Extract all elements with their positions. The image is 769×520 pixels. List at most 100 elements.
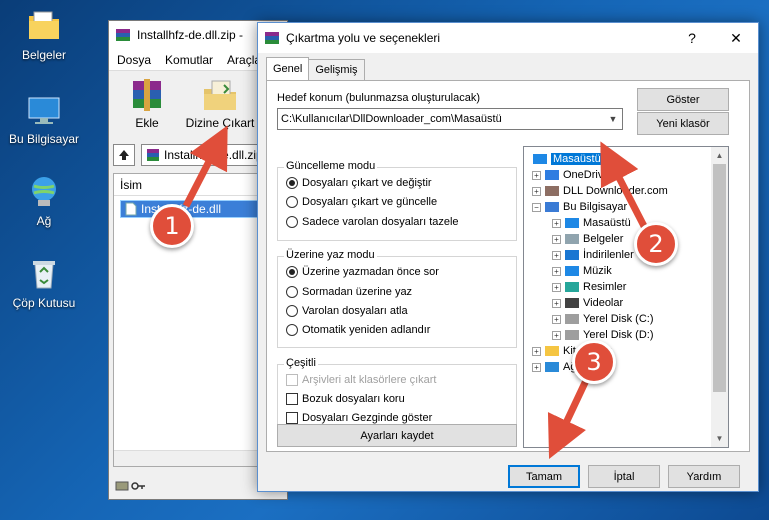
destination-path-combo[interactable]: C:\Kullanıcılar\DllDownloader_com\Masaüs… [277, 108, 623, 130]
tree-node[interactable]: Masaüstü [532, 151, 603, 167]
update-option-replace[interactable]: Dosyaları çıkart ve değiştir [286, 177, 432, 189]
documents-icon [565, 234, 579, 244]
expand-icon[interactable]: + [552, 282, 561, 292]
desktop-icon-documents[interactable]: Belgeler [4, 8, 84, 62]
ok-button[interactable]: Tamam [508, 465, 580, 488]
radio-button[interactable] [286, 216, 298, 228]
scroll-thumb[interactable] [713, 164, 726, 392]
add-button[interactable]: Ekle [117, 75, 177, 130]
save-settings-button[interactable]: Ayarları kaydet [277, 424, 517, 447]
winrar-app-icon [265, 32, 279, 44]
tree-node[interactable]: + Videolar [552, 295, 623, 311]
new-folder-button[interactable]: Yeni klasör [637, 112, 729, 135]
option-label: Bozuk dosyaları koru [302, 393, 405, 405]
help-icon[interactable]: ? [670, 23, 714, 53]
onedrive-icon [545, 170, 559, 180]
expand-icon[interactable]: + [532, 186, 541, 196]
expand-icon[interactable]: + [532, 170, 541, 180]
disk-icon [565, 314, 579, 324]
tree-node[interactable]: + Yerel Disk (C:) [552, 311, 654, 327]
tree-node[interactable]: + OneDrive [532, 167, 609, 183]
radio-button[interactable] [286, 177, 298, 189]
checkbox[interactable] [286, 412, 298, 424]
option-label: Üzerine yazmadan önce sor [302, 266, 439, 278]
recycle-bin-icon [33, 261, 55, 289]
step-badge-1: 1 [150, 204, 194, 248]
tree-node[interactable]: + Yerel Disk (D:) [552, 327, 654, 343]
tree-node[interactable]: + Masaüstü [552, 215, 631, 231]
tree-node-label: Yerel Disk (C:) [583, 313, 654, 325]
scroll-up-icon[interactable]: ▲ [711, 147, 728, 164]
menu-file[interactable]: Dosya [117, 53, 151, 67]
cancel-button[interactable]: İptal [588, 465, 660, 488]
tab-general[interactable]: Genel [266, 57, 310, 80]
tree-scrollbar[interactable]: ▲ ▼ [711, 147, 728, 447]
tree-node-label: İndirilenler [583, 249, 634, 261]
tree-node[interactable]: − Bu Bilgisayar [532, 199, 627, 215]
tree-node[interactable]: + Müzik [552, 263, 612, 279]
expand-icon[interactable]: + [552, 330, 561, 340]
scroll-down-icon[interactable]: ▼ [711, 430, 728, 447]
collapse-icon[interactable]: − [532, 202, 541, 212]
winrar-app-icon [116, 29, 130, 41]
winrar-title: Installhfz-de.dll.zip - [137, 28, 244, 42]
tree-node[interactable]: + Ağ [532, 359, 576, 375]
tree-node[interactable]: + İndirilenler [552, 247, 634, 263]
radio-button[interactable] [286, 324, 298, 336]
radio-button[interactable] [286, 266, 298, 278]
checkbox[interactable] [286, 393, 298, 405]
radio-button[interactable] [286, 286, 298, 298]
overwrite-option-rename[interactable]: Otomatik yeniden adlandır [286, 324, 430, 336]
option-label: Dosyaları çıkart ve değiştir [302, 177, 432, 189]
documents-folder-icon [29, 11, 59, 39]
archive-path-text: Installhfz-de.dll.zip [164, 148, 263, 162]
overwrite-option-overwrite[interactable]: Sormadan üzerine yaz [286, 286, 412, 298]
chevron-down-icon[interactable]: ▼ [604, 109, 622, 129]
desktop-icon-label: Ağ [36, 214, 52, 228]
tree-node[interactable]: + Resimler [552, 279, 626, 295]
menu-commands[interactable]: Komutlar [165, 53, 213, 67]
misc-option-show-in-explorer[interactable]: Dosyaları Gezginde göster [286, 412, 432, 424]
desktop-icon-this-pc[interactable]: Bu Bilgisayar [4, 92, 84, 146]
desktop-icon-recycle-bin[interactable]: Çöp Kutusu [4, 256, 84, 310]
up-folder-button[interactable] [113, 144, 135, 166]
expand-icon[interactable]: + [532, 362, 541, 372]
option-label: Otomatik yeniden adlandır [302, 324, 431, 336]
close-icon[interactable]: ✕ [714, 23, 758, 53]
expand-icon[interactable]: + [552, 250, 561, 260]
show-button[interactable]: Göster [637, 88, 729, 111]
update-option-update[interactable]: Dosyaları çıkart ve güncelle [286, 196, 437, 208]
misc-option-keep-broken[interactable]: Bozuk dosyaları koru [286, 393, 405, 405]
dialog-tabs: Genel Gelişmiş [266, 57, 365, 80]
tree-node-label: OneDrive [563, 169, 610, 181]
expand-icon[interactable]: + [552, 234, 561, 244]
option-label: Varolan dosyaları atla [302, 305, 408, 317]
tree-node-label: Resimler [583, 281, 627, 293]
expand-icon[interactable]: + [552, 298, 561, 308]
overwrite-option-ask[interactable]: Üzerine yazmadan önce sor [286, 266, 439, 278]
menu-tools[interactable]: Araçla [227, 53, 261, 67]
help-button[interactable]: Yardım [668, 465, 740, 488]
expand-icon[interactable]: + [552, 314, 561, 324]
tree-node-label: Masaüstü [583, 217, 631, 229]
tree-node[interactable]: + DLL Downloader.com [532, 183, 668, 199]
tree-node[interactable]: + Belgeler [552, 231, 623, 247]
desktop-icon-network[interactable]: Ağ [4, 174, 84, 228]
extract-folder-icon [204, 80, 236, 110]
expand-icon[interactable]: + [532, 346, 541, 356]
expand-icon[interactable]: + [552, 218, 561, 228]
radio-button[interactable] [286, 305, 298, 317]
music-icon [565, 266, 579, 276]
status-drive-key-icon [115, 481, 145, 491]
update-option-freshen[interactable]: Sadece varolan dosyaları tazele [286, 216, 459, 228]
overwrite-option-skip[interactable]: Varolan dosyaları atla [286, 305, 408, 317]
desktop-icon [565, 218, 579, 228]
extract-to-button[interactable]: Dizine Çıkart [183, 75, 257, 130]
folder-tree: Masaüstü + OneDrive + DLL Downloader.com − Bu … [523, 146, 729, 448]
expand-icon[interactable]: + [552, 266, 561, 276]
tree-node-label: Müzik [583, 265, 612, 277]
tab-advanced[interactable]: Gelişmiş [308, 59, 365, 80]
dialog-titlebar[interactable]: Çıkartma yolu ve seçenekleri ? ✕ [258, 23, 758, 53]
extraction-dialog: Çıkartma yolu ve seçenekleri ? ✕ Genel G… [257, 22, 759, 492]
radio-button[interactable] [286, 196, 298, 208]
